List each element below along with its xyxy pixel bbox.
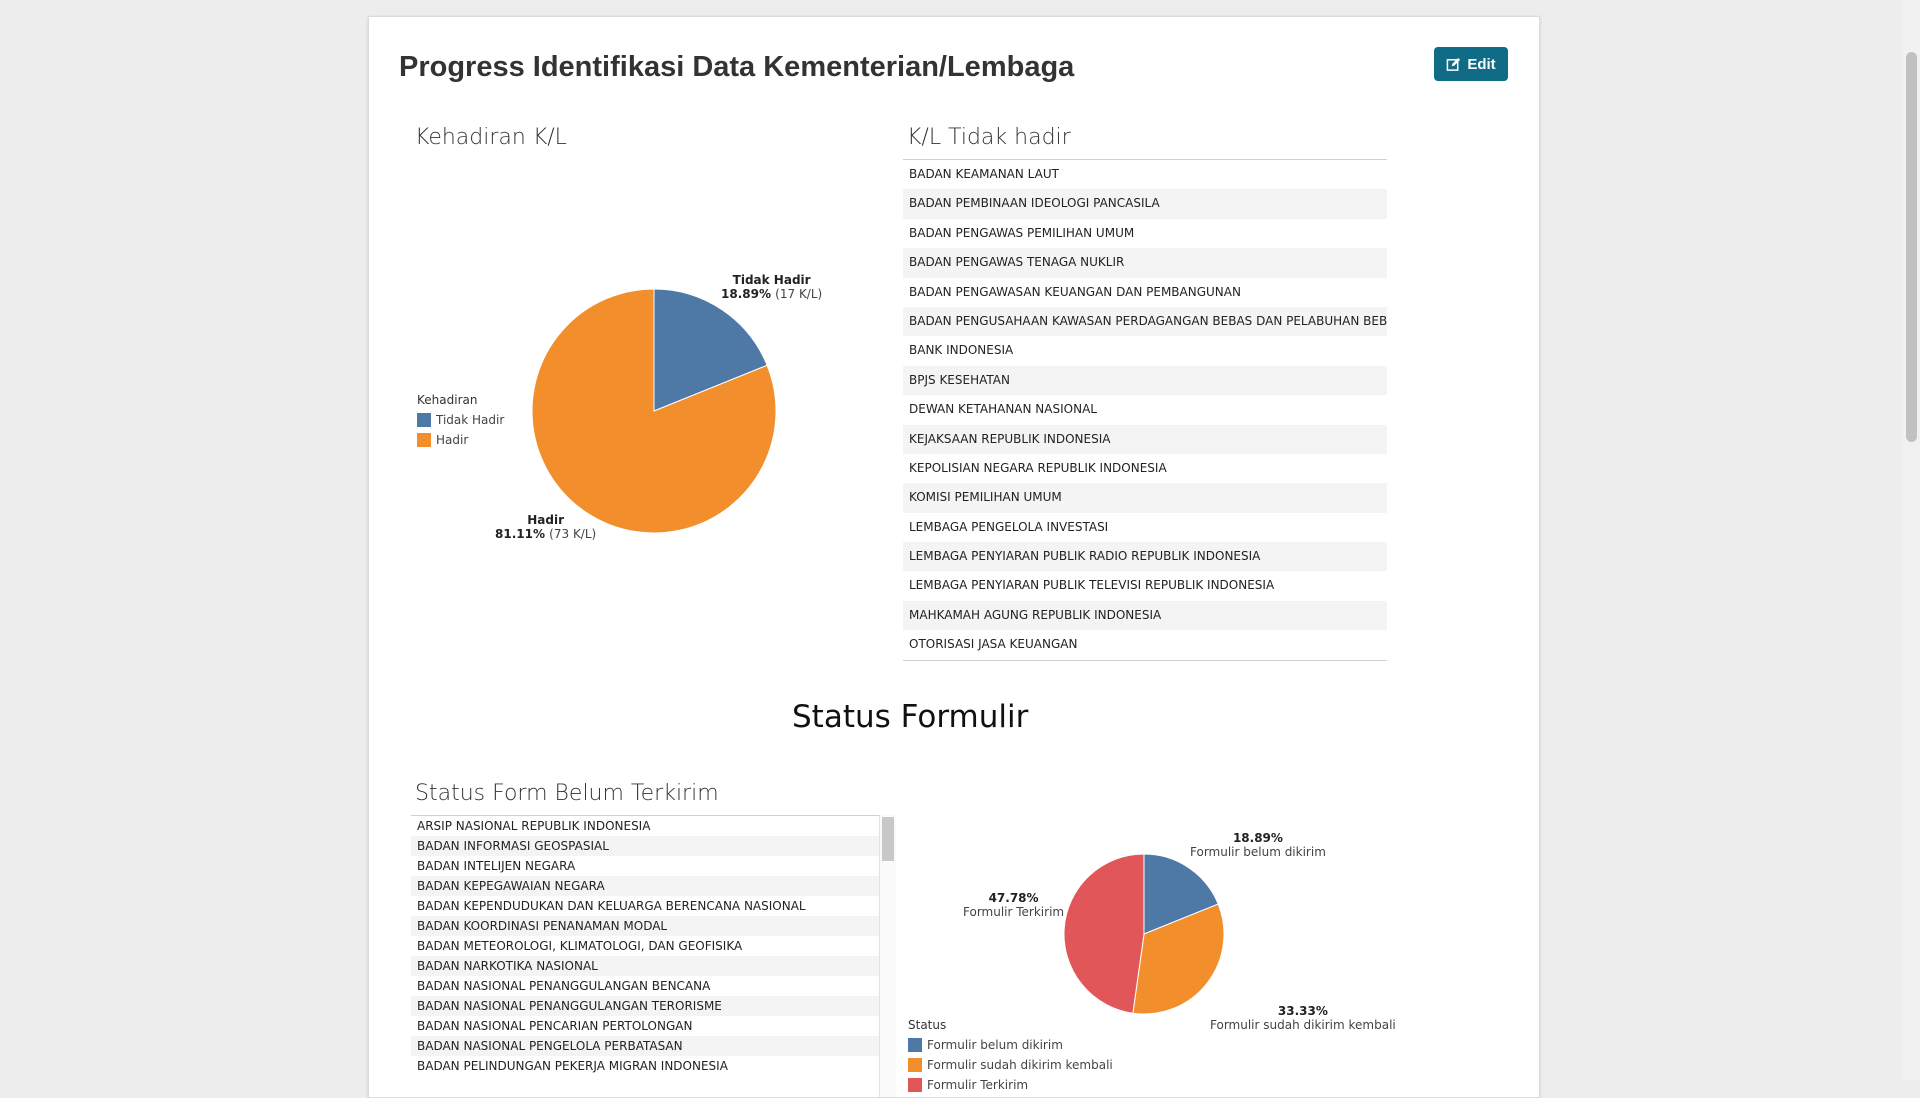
kehadiran-legend: Kehadiran Tidak Hadir Hadir [417,393,504,450]
label-hadir-name: Hadir [527,513,564,527]
label-tidak-hadir-pct: 18.89% [721,287,771,301]
label-sudah-pct: 33.33% [1277,1004,1328,1018]
legend-title: Kehadiran [417,393,478,407]
list-item[interactable]: BADAN KOORDINASI PENANAMAN MODAL [411,916,885,936]
list-item[interactable]: DEWAN KETAHANAN NASIONAL [903,395,1387,424]
label-belum: 18.89% Formulir belum dikirim [1190,831,1326,859]
belum-terkirim-list-title: Status Form Belum Terkirim [415,781,719,806]
label-belum-name: Formulir belum dikirim [1190,845,1326,859]
status-formulir-title: Status Formulir [792,699,1029,735]
label-sudah: 33.33% Formulir sudah dikirim kembali [1210,1004,1396,1032]
dashboard-card: Progress Identifikasi Data Kementerian/L… [368,16,1540,1098]
legend-item-belum[interactable]: Formulir belum dikirim [908,1035,1113,1055]
edit-button-label: Edit [1467,55,1496,73]
kehadiran-title: Kehadiran K/L [415,125,567,150]
list-scrollbar[interactable] [879,815,896,1097]
list-scrollbar-thumb[interactable] [882,817,894,861]
belum-terkirim-list[interactable]: ARSIP NASIONAL REPUBLIK INDONESIA BADAN I… [411,815,885,1098]
legend-swatch [417,433,431,447]
list-item[interactable]: BADAN PENGUSAHAAN KAWASAN PERDAGANGAN BE… [903,306,1387,337]
status-legend: Status Formulir belum dikirim Formulir s… [908,1018,1113,1095]
label-belum-pct: 18.89% [1232,831,1283,845]
list-item[interactable]: BADAN PENGAWAS TENAGA NUKLIR [903,248,1387,278]
list-item[interactable]: LEMBAGA PENYIARAN PUBLIK TELEVISI REPUBL… [903,571,1387,600]
list-item[interactable]: BADAN INTELIJEN NEGARA [411,856,885,876]
legend-label: Hadir [436,433,469,447]
legend-label: Formulir Terkirim [927,1078,1029,1092]
list-item[interactable]: BPJS KESEHATAN [903,365,1387,396]
kehadiran-pie-chart [531,288,777,534]
list-item[interactable]: BADAN NARKOTIKA NASIONAL [411,956,885,976]
status-pie-chart [1063,853,1225,1015]
page-scrollbar-thumb[interactable] [1906,52,1917,442]
edit-icon [1446,57,1461,71]
list-item[interactable]: BADAN KEAMANAN LAUT [903,160,1387,189]
list-item[interactable]: BADAN PEMBINAAN IDEOLOGI PANCASILA [903,189,1387,219]
label-hadir-count: (73 K/L) [549,527,597,541]
tidak-hadir-list-title: K/L Tidak hadir [907,125,1071,150]
legend-swatch [908,1038,922,1052]
list-item[interactable]: BADAN KEPEGAWAIAN NEGARA [411,876,885,896]
list-item[interactable]: BADAN KEPENDUDUKAN DAN KELUARGA BERENCAN… [411,896,885,916]
list-item[interactable]: BADAN PENGAWASAN KEUANGAN DAN PEMBANGUNA… [903,278,1387,307]
label-terkirim-pct: 47.78% [988,891,1039,905]
legend-swatch [908,1078,922,1092]
page-scrollbar[interactable] [1903,0,1920,1080]
list-item[interactable]: BADAN NASIONAL PENCARIAN PERTOLONGAN [411,1016,885,1036]
label-hadir: Hadir 81.11% (73 K/L) [495,513,596,541]
legend-item-hadir[interactable]: Hadir [417,430,504,450]
list-item[interactable]: OTORISASI JASA KEUANGAN [903,630,1387,659]
list-item[interactable]: BADAN METEOROLOGI, KLIMATOLOGI, DAN GEOF… [411,936,885,956]
list-item[interactable]: KEJAKSAAN REPUBLIK INDONESIA [903,424,1387,454]
list-item[interactable]: BADAN PENGAWAS PEMILIHAN UMUM [903,219,1387,248]
list-item[interactable]: KOMISI PEMILIHAN UMUM [903,483,1387,513]
list-item[interactable]: MAHKAMAH AGUNG REPUBLIK INDONESIA [903,600,1387,631]
label-tidak-hadir-name: Tidak Hadir [732,273,811,287]
legend-item-tidak-hadir[interactable]: Tidak Hadir [417,410,504,430]
label-hadir-pct: 81.11% [495,527,545,541]
legend-label: Formulir belum dikirim [927,1038,1063,1052]
list-item[interactable]: ARSIP NASIONAL REPUBLIK INDONESIA [411,816,885,836]
edit-button[interactable]: Edit [1434,47,1508,81]
label-tidak-hadir-count: (17 K/L) [775,287,823,301]
label-terkirim-name: Formulir Terkirim [963,905,1065,919]
tidak-hadir-list: BADAN KEAMANAN LAUT BADAN PEMBINAAN IDEOL… [903,159,1387,661]
list-item[interactable]: BADAN NASIONAL PENANGGULANGAN BENCANA [411,976,885,996]
legend-swatch [908,1058,922,1072]
list-item[interactable]: LEMBAGA PENYIARAN PUBLIK RADIO REPUBLIK … [903,542,1387,572]
label-terkirim: 47.78% Formulir Terkirim [963,891,1064,919]
legend-item-sudah[interactable]: Formulir sudah dikirim kembali [908,1055,1113,1075]
list-item[interactable]: BADAN NASIONAL PENANGGULANGAN TERORISME [411,996,885,1016]
legend-item-terkirim[interactable]: Formulir Terkirim [908,1075,1113,1095]
page-title: Progress Identifikasi Data Kementerian/L… [399,51,1075,83]
label-sudah-name: Formulir sudah dikirim kembali [1210,1018,1396,1032]
legend-swatch [417,413,431,427]
list-item[interactable]: BADAN NASIONAL PENGELOLA PERBATASAN [411,1036,885,1056]
legend-label: Formulir sudah dikirim kembali [927,1058,1113,1072]
pie-slice-terkirim[interactable] [1063,853,1145,1014]
list-item[interactable]: BADAN INFORMASI GEOSPASIAL [411,836,885,856]
list-item[interactable]: BANK INDONESIA [903,336,1387,365]
legend-label: Tidak Hadir [436,413,505,427]
label-tidak-hadir: Tidak Hadir 18.89% (17 K/L) [721,273,822,301]
list-item[interactable]: BADAN PELINDUNGAN PEKERJA MIGRAN INDONES… [411,1056,885,1076]
list-item[interactable]: LEMBAGA PENGELOLA INVESTASI [903,513,1387,542]
legend-title: Status [908,1018,947,1032]
list-item[interactable]: KEPOLISIAN NEGARA REPUBLIK INDONESIA [903,454,1387,483]
